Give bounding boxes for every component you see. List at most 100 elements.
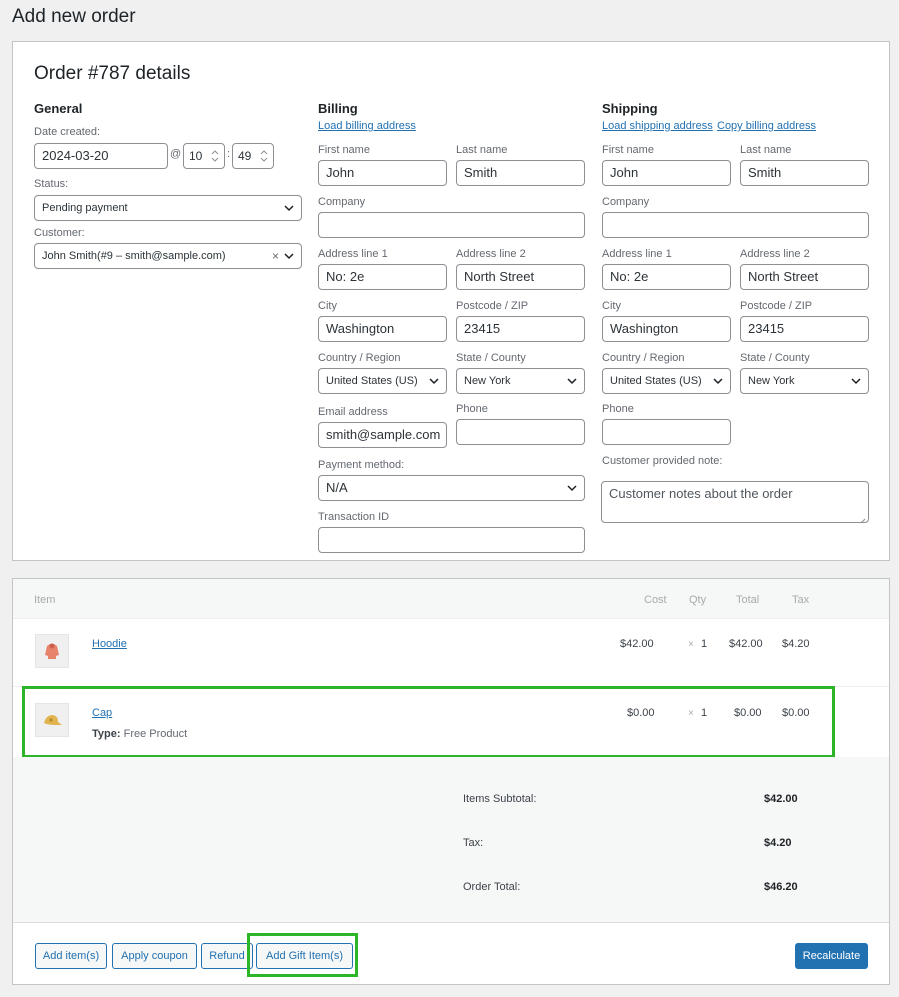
add-items-button[interactable]: Add item(s) (35, 943, 107, 969)
order-details-panel: Order #787 details General Date created:… (12, 41, 890, 561)
billing-state-select[interactable]: New York (456, 368, 585, 394)
hoodie-qty-sign: × (688, 639, 694, 650)
order-total-value: $46.20 (764, 881, 798, 893)
billing-country-label: Country / Region (318, 352, 401, 364)
status-select[interactable]: Pending payment (34, 195, 302, 221)
billing-address2-input[interactable]: North Street (456, 264, 585, 290)
shipping-first-name-input[interactable]: John (602, 160, 731, 186)
shipping-city-label: City (602, 300, 621, 312)
customer-note-label: Customer provided note: (602, 455, 723, 467)
billing-address1-label: Address line 1 (318, 248, 388, 260)
shipping-postcode-input[interactable]: 23415 (740, 316, 869, 342)
shipping-last-name-input[interactable]: Smith (740, 160, 869, 186)
order-totals-section (13, 757, 889, 922)
billing-first-name-label: First name (318, 144, 370, 156)
clear-customer-icon[interactable]: × (272, 244, 279, 268)
customer-label: Customer: (34, 227, 85, 239)
billing-country-select[interactable]: United States (US) (318, 368, 447, 394)
shipping-postcode-label: Postcode / ZIP (740, 300, 813, 312)
billing-country-value: United States (US) (326, 375, 418, 387)
load-billing-address-link[interactable]: Load billing address (318, 120, 416, 132)
hour-spinner-icon[interactable] (210, 148, 220, 164)
transaction-id-label: Transaction ID (318, 511, 390, 523)
date-created-label: Date created: (34, 126, 101, 138)
billing-last-name-input[interactable]: Smith (456, 160, 585, 186)
header-cost: Cost (644, 594, 667, 606)
customer-select[interactable]: John Smith(#9 – smith@sample.com) × (34, 243, 302, 269)
shipping-company-label: Company (602, 196, 650, 208)
billing-state-value: New York (464, 375, 511, 387)
resize-handle-icon[interactable] (858, 512, 866, 522)
billing-email-input[interactable]: smith@sample.com (318, 422, 447, 448)
billing-phone-label: Phone (456, 403, 488, 415)
copy-billing-address-link[interactable]: Copy billing address (717, 120, 816, 132)
billing-postcode-label: Postcode / ZIP (456, 300, 529, 312)
billing-city-label: City (318, 300, 337, 312)
status-label: Status: (34, 178, 69, 190)
shipping-first-name-label: First name (602, 144, 654, 156)
shipping-title: Shipping (602, 101, 658, 116)
billing-email-label: Email address (318, 406, 388, 418)
billing-address2-label: Address line 2 (456, 248, 526, 260)
order-heading: Order #787 details (34, 63, 191, 84)
shipping-state-select[interactable]: New York (740, 368, 869, 394)
status-value: Pending payment (42, 202, 128, 214)
customer-value: John Smith(#9 – smith@sample.com) (42, 250, 226, 262)
hoodie-tax: $4.20 (782, 638, 810, 650)
shipping-phone-label: Phone (602, 403, 634, 415)
hoodie-thumbnail[interactable] (35, 634, 69, 668)
shipping-address2-label: Address line 2 (740, 248, 810, 260)
hour-input[interactable]: 10 (183, 143, 225, 169)
shipping-phone-input[interactable] (602, 419, 731, 445)
chevron-down-icon (284, 251, 294, 261)
header-tax: Tax (792, 594, 810, 606)
time-separator: : (227, 148, 231, 160)
refund-button[interactable]: Refund (201, 943, 253, 969)
chevron-down-icon (567, 376, 577, 386)
shipping-country-value: United States (US) (610, 375, 702, 387)
billing-first-name-input[interactable]: John (318, 160, 447, 186)
customer-note-textarea[interactable]: Customer notes about the order (601, 481, 869, 523)
recalculate-button[interactable]: Recalculate (795, 943, 868, 969)
items-subtotal-label: Items Subtotal: (463, 793, 537, 805)
at-sign: @ (170, 148, 182, 160)
billing-company-label: Company (318, 196, 366, 208)
items-subtotal-value: $42.00 (764, 793, 798, 805)
shipping-state-value: New York (748, 375, 795, 387)
shipping-state-label: State / County (740, 352, 810, 364)
hoodie-cost: $42.00 (620, 638, 654, 650)
transaction-id-input[interactable] (318, 527, 585, 553)
shipping-city-input[interactable]: Washington (602, 316, 731, 342)
chevron-down-icon (284, 203, 294, 213)
item-link-hoodie[interactable]: Hoodie (92, 638, 127, 650)
header-item: Item (34, 594, 56, 606)
shipping-company-input[interactable] (602, 212, 869, 238)
billing-postcode-input[interactable]: 23415 (456, 316, 585, 342)
billing-city-input[interactable]: Washington (318, 316, 447, 342)
customer-note-placeholder: Customer notes about the order (609, 486, 793, 501)
minute-input[interactable]: 49 (232, 143, 274, 169)
load-shipping-address-link[interactable]: Load shipping address (602, 120, 713, 132)
date-created-input[interactable]: 2024-03-20 (34, 143, 168, 169)
billing-title: Billing (318, 101, 358, 116)
shipping-country-select[interactable]: United States (US) (602, 368, 731, 394)
billing-address1-input[interactable]: No: 2e (318, 264, 447, 290)
shipping-address2-input[interactable]: North Street (740, 264, 869, 290)
billing-last-name-label: Last name (456, 144, 508, 156)
payment-method-value: N/A (326, 480, 348, 495)
billing-phone-input[interactable] (456, 419, 585, 445)
apply-coupon-button[interactable]: Apply coupon (112, 943, 197, 969)
payment-method-label: Payment method: (318, 459, 405, 471)
minute-spinner-icon[interactable] (259, 148, 269, 164)
general-title: General (34, 101, 83, 116)
chevron-down-icon (851, 376, 861, 386)
billing-company-input[interactable] (318, 212, 585, 238)
shipping-address1-input[interactable]: No: 2e (602, 264, 731, 290)
billing-state-label: State / County (456, 352, 526, 364)
hoodie-icon (45, 643, 59, 659)
chevron-down-icon (713, 376, 723, 386)
payment-method-select[interactable]: N/A (318, 475, 585, 501)
hoodie-total: $42.00 (729, 638, 763, 650)
hoodie-qty: 1 (701, 638, 708, 650)
chevron-down-icon (567, 483, 577, 493)
